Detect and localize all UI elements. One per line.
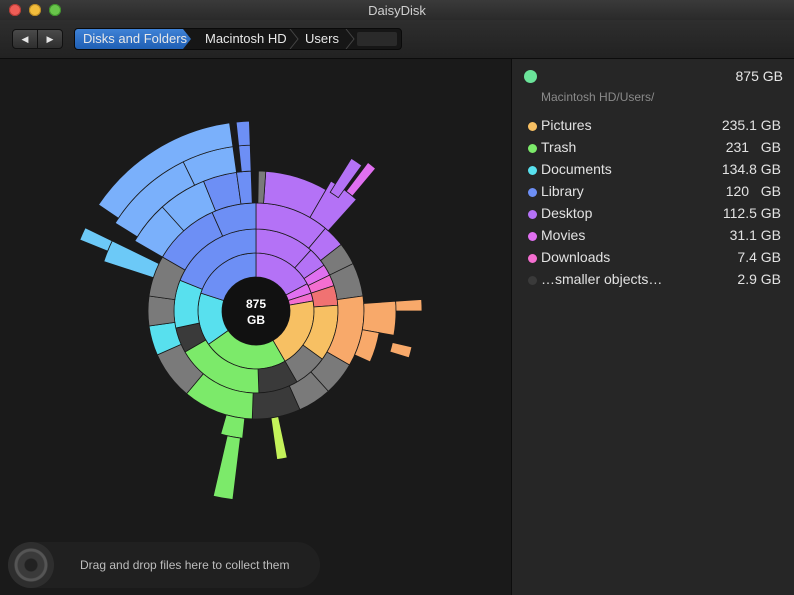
color-dot-icon xyxy=(528,122,537,131)
item-size: 7.4 GB xyxy=(737,249,781,265)
breadcrumb-next-placeholder xyxy=(357,32,397,46)
sunburst-slice-library-outer[interactable] xyxy=(235,120,251,147)
breadcrumb-disks-and-folders[interactable]: Disks and Folders xyxy=(75,29,191,49)
color-dot-icon xyxy=(528,210,537,219)
disk-map-area: 875 GB Drag and drop files here to colle… xyxy=(0,59,510,595)
back-button[interactable]: ◀ xyxy=(12,29,38,49)
center-unit: GB xyxy=(247,313,265,327)
list-item-downloads[interactable]: Downloads 7.4 GB xyxy=(512,247,794,269)
list-item-documents[interactable]: Documents 134.8 GB xyxy=(512,159,794,181)
item-size: 112.5 GB xyxy=(722,205,781,221)
sunburst-slice-trash-outer[interactable] xyxy=(220,414,246,439)
title-bar: DaisyDisk xyxy=(0,0,794,21)
breadcrumb-separator-icon xyxy=(345,29,355,49)
color-dot-icon xyxy=(528,276,537,285)
sunburst-slice-pictures-outer[interactable] xyxy=(395,298,423,312)
color-dot-icon xyxy=(528,254,537,263)
breadcrumb-users[interactable]: Users xyxy=(305,29,339,49)
list-item-smaller-objects[interactable]: …smaller objects… 2.9 GB xyxy=(512,269,794,291)
drop-zone-text: Drag and drop files here to collect them xyxy=(80,558,290,572)
item-size: 231 GB xyxy=(725,139,781,155)
color-dot-icon xyxy=(528,144,537,153)
sunburst-slice-pictures-outer[interactable] xyxy=(389,342,413,359)
sunburst-slice-trash-outer[interactable] xyxy=(212,435,241,501)
back-arrow-icon: ◀ xyxy=(21,34,29,44)
list-item-pictures[interactable]: Pictures 235.1 GB xyxy=(512,115,794,137)
color-dot-icon xyxy=(528,232,537,241)
current-path: Macintosh HD/Users/ xyxy=(541,90,655,104)
sunburst-slice-pictures-outer[interactable] xyxy=(361,300,397,336)
sunburst-slice-library-outer[interactable] xyxy=(238,144,252,173)
item-size: 31.1 GB xyxy=(729,227,781,243)
list-item-desktop[interactable]: Desktop 112.5 GB xyxy=(512,203,794,225)
sunburst-slice-grey[interactable] xyxy=(147,295,176,327)
center-size: 875 xyxy=(245,297,267,311)
sunburst-slice-trash-outer[interactable] xyxy=(270,416,288,460)
item-label: Downloads xyxy=(541,249,611,265)
item-label: …smaller objects… xyxy=(541,271,663,287)
list-item-library[interactable]: Library 120 GB xyxy=(512,181,794,203)
details-panel: 875 GB Macintosh HD/Users/ Pictures 235.… xyxy=(511,59,794,595)
list-item-trash[interactable]: Trash 231 GB xyxy=(512,137,794,159)
sunburst-slice-library-cyan[interactable] xyxy=(79,227,113,252)
list-item-movies[interactable]: Movies 31.1 GB xyxy=(512,225,794,247)
total-size: 875 GB xyxy=(735,68,783,84)
item-label: Library xyxy=(541,183,584,199)
item-label: Trash xyxy=(541,139,577,155)
center-total-label[interactable]: 875 GB xyxy=(228,296,284,328)
window-title: DaisyDisk xyxy=(368,3,426,18)
breadcrumb-macintosh-hd[interactable]: Macintosh HD xyxy=(205,29,287,49)
color-dot-icon xyxy=(528,188,537,197)
item-size: 134.8 GB xyxy=(721,161,781,177)
item-size: 120 GB xyxy=(725,183,781,199)
item-size: 235.1 GB xyxy=(721,117,781,133)
breadcrumb: Disks and Folders Macintosh HD Users xyxy=(74,28,402,50)
item-label: Desktop xyxy=(541,205,593,221)
forward-button[interactable]: ▶ xyxy=(37,29,63,49)
collector-icon[interactable] xyxy=(8,542,54,588)
item-label: Documents xyxy=(541,161,612,177)
item-label: Movies xyxy=(541,227,586,243)
color-dot-icon xyxy=(528,166,537,175)
toolbar: ◀ ▶ Disks and Folders Macintosh HD Users xyxy=(0,20,794,59)
total-color-dot-icon xyxy=(524,70,537,83)
item-label: Pictures xyxy=(541,117,592,133)
item-size: 2.9 GB xyxy=(737,271,781,287)
collector-drop-zone[interactable]: Drag and drop files here to collect them xyxy=(8,542,320,588)
breadcrumb-separator-icon xyxy=(289,29,299,49)
forward-arrow-icon: ▶ xyxy=(46,34,54,44)
